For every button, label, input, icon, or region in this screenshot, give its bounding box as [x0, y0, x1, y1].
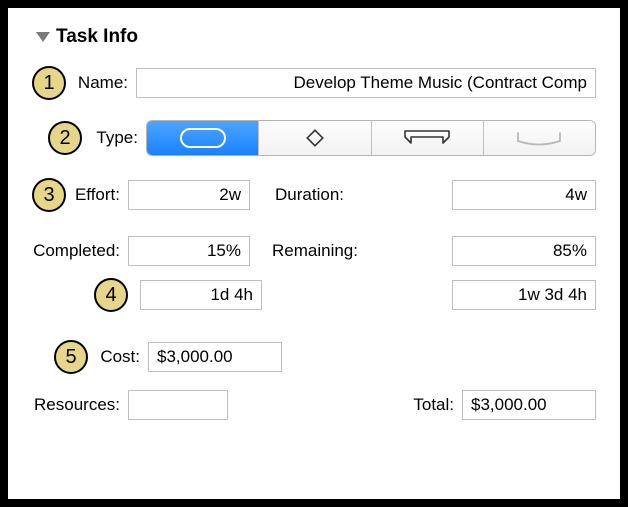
callout-badge-1: 1: [32, 66, 66, 100]
remaining-time-input[interactable]: [452, 280, 596, 310]
label-duration: Duration:: [264, 185, 352, 205]
disclosure-triangle-icon[interactable]: [36, 32, 50, 42]
callout-badge-3: 3: [32, 178, 66, 212]
section-title: Task Info: [56, 26, 138, 48]
completed-percent-input[interactable]: [128, 236, 250, 266]
cost-input[interactable]: [148, 342, 282, 372]
type-option-hammock[interactable]: [484, 121, 595, 155]
label-total: Total:: [392, 395, 462, 415]
remaining-percent-input[interactable]: [452, 236, 596, 266]
group-bracket-icon: [401, 127, 453, 149]
row-effort: 3 Effort: Duration:: [32, 178, 596, 212]
row-resources: Resources: Total:: [32, 390, 596, 420]
task-info-panel: Task Info 1 Name: 2 Type:: [8, 8, 620, 499]
milestone-diamond-icon: [303, 126, 327, 150]
task-bar-icon: [180, 128, 226, 148]
hammock-icon: [514, 128, 564, 148]
label-cost: Cost:: [88, 347, 148, 367]
effort-input[interactable]: [128, 180, 250, 210]
row-time: 4: [32, 278, 596, 312]
callout-badge-4: 4: [94, 278, 128, 312]
label-type: Type:: [82, 128, 146, 148]
duration-input[interactable]: [452, 180, 596, 210]
section-header[interactable]: Task Info: [32, 26, 596, 48]
label-effort: Effort:: [66, 185, 128, 205]
type-option-milestone[interactable]: [259, 121, 371, 155]
type-segmented-control: [146, 120, 596, 156]
row-completed: Completed: Remaining:: [32, 236, 596, 266]
resources-input[interactable]: [128, 390, 228, 420]
name-input[interactable]: [136, 68, 596, 98]
row-cost: 5 Cost:: [32, 340, 596, 374]
label-resources: Resources:: [20, 395, 128, 415]
type-option-group[interactable]: [372, 121, 484, 155]
label-remaining: Remaining:: [264, 241, 366, 261]
row-type: 2 Type:: [32, 120, 596, 156]
callout-badge-2: 2: [48, 121, 82, 155]
total-input[interactable]: [462, 390, 596, 420]
label-completed: Completed:: [20, 241, 128, 261]
completed-time-input[interactable]: [140, 280, 262, 310]
callout-badge-5: 5: [54, 340, 88, 374]
row-name: 1 Name:: [32, 66, 596, 100]
type-option-task[interactable]: [147, 121, 259, 155]
label-name: Name:: [66, 73, 136, 93]
